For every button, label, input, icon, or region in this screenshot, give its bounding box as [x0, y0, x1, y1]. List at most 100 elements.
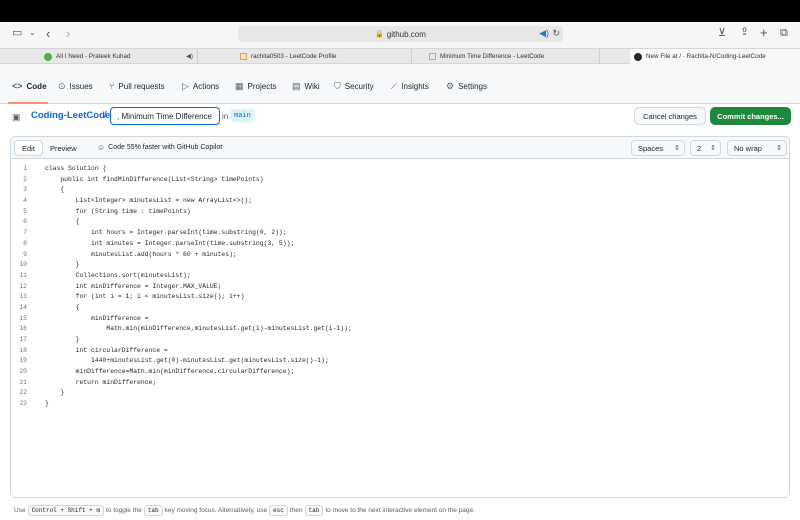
forward-icon[interactable]: ›: [66, 27, 70, 40]
code-line[interactable]: 3 {: [11, 185, 789, 196]
indent-mode-select[interactable]: Spaces ⇕: [631, 140, 685, 156]
preview-tab[interactable]: Preview: [43, 140, 84, 156]
code-line[interactable]: 23}: [11, 399, 789, 410]
edit-preview-toggle: Edit Preview: [14, 140, 84, 156]
code-text: for (String time : timePoints): [45, 207, 191, 215]
tab-issues[interactable]: ⊙ Issues: [58, 79, 93, 93]
browser-tab-label: New File at / · Rachita-N/Coding-LeetCod…: [646, 53, 766, 60]
tab-code[interactable]: <> Code: [12, 79, 47, 93]
back-icon[interactable]: ‹: [46, 27, 50, 40]
code-text: minDifference=Math.min(minDifference,cir…: [45, 368, 295, 376]
code-editor: Edit Preview ☺ Code 55% faster with GitH…: [10, 136, 790, 498]
shortcut-key: esc: [269, 504, 288, 516]
code-line[interactable]: 10 }: [11, 260, 789, 271]
code-line[interactable]: 11 Collections.sort(minutesList);: [11, 271, 789, 282]
tab-security[interactable]: ⛉ Security: [334, 79, 374, 93]
code-line[interactable]: 18 int circularDifference =: [11, 346, 789, 357]
shield-icon: ⛉: [334, 80, 341, 91]
repo-link[interactable]: Coding-LeetCode: [31, 110, 110, 121]
sidebar-icon[interactable]: ▭: [12, 28, 22, 39]
leetcode-icon: [429, 53, 436, 60]
code-line[interactable]: 15 minDifference =: [11, 314, 789, 325]
line-number: 21: [19, 378, 27, 386]
code-text: minDifference =: [45, 314, 149, 322]
code-text: {: [45, 218, 80, 226]
cancel-changes-button[interactable]: Cancel changes: [634, 107, 706, 125]
new-tab-icon[interactable]: +: [760, 26, 768, 39]
play-icon: ▷: [182, 80, 189, 91]
tab-label: Insights: [401, 81, 429, 91]
code-line[interactable]: 2 public int findMinDifference(List<Stri…: [11, 175, 789, 186]
line-number: 2: [23, 175, 27, 183]
tab-projects[interactable]: ▦ Projects: [235, 79, 276, 93]
code-line[interactable]: 20 minDifference=Math.min(minDifference,…: [11, 367, 789, 378]
filename-input[interactable]: , Minimum Time Difference: [110, 107, 220, 125]
code-line[interactable]: 17 }: [11, 335, 789, 346]
line-number: 6: [23, 218, 27, 226]
code-line[interactable]: 4 List<Integer> minutesList = new ArrayL…: [11, 196, 789, 207]
chevron-down-icon[interactable]: ⌄: [29, 29, 36, 37]
reload-icon[interactable]: ↻: [552, 28, 560, 39]
code-line[interactable]: 12 int minDifference = Integer.MAX_VALUE…: [11, 282, 789, 293]
code-line[interactable]: 5 for (String time : timePoints): [11, 207, 789, 218]
line-number: 14: [19, 303, 27, 311]
tab-overview-icon[interactable]: ⧉: [780, 28, 788, 39]
line-number: 9: [23, 250, 27, 258]
code-line[interactable]: 16 Math.min(minDifference,minutesList.ge…: [11, 324, 789, 335]
speaker-icon: ◀): [186, 53, 193, 60]
download-icon[interactable]: ⊻: [718, 28, 726, 39]
browser-tab-label: Minimum Time Difference - LeetCode: [440, 53, 545, 60]
code-line[interactable]: 7 int hours = Integer.parseInt(time.subs…: [11, 228, 789, 239]
browser-tab-music[interactable]: All I Need - Prateek Kuhad ◀): [40, 49, 198, 64]
browser-tab-github[interactable]: New File at / · Rachita-N/Coding-LeetCod…: [630, 49, 800, 64]
address-bar[interactable]: 🔒 github.com ◀) ↻: [238, 26, 563, 42]
tab-settings[interactable]: ⚙ Settings: [446, 79, 487, 93]
tab-pull-requests[interactable]: ⑂ Pull requests: [109, 79, 165, 93]
speaker-icon[interactable]: ◀): [539, 28, 549, 39]
issue-icon: ⊙: [58, 80, 66, 91]
code-text: class Solution {: [45, 165, 107, 172]
code-text: }: [45, 400, 49, 408]
browser-tab-label: rachita0503 - LeetCode Profile: [251, 53, 337, 60]
tab-insights[interactable]: ⟋ Insights: [391, 79, 429, 93]
browser-tab-leetcode-problem[interactable]: Minimum Time Difference - LeetCode: [425, 49, 600, 64]
tab-wiki[interactable]: ▤ Wiki: [292, 79, 320, 93]
edit-tab[interactable]: Edit: [14, 140, 43, 156]
commit-changes-button[interactable]: Commit changes...: [710, 107, 791, 125]
line-number: 19: [19, 357, 27, 365]
code-line[interactable]: 21 return minDifference;: [11, 378, 789, 389]
share-icon[interactable]: ⇪: [740, 27, 749, 38]
code-line[interactable]: 13 for (int i = 1; i < minutesList.size(…: [11, 292, 789, 303]
indent-size-select[interactable]: 2 ⇕: [690, 140, 721, 156]
code-line[interactable]: 8 int minutes = Integer.parseInt(time.su…: [11, 239, 789, 250]
indent-mode-value: Spaces: [638, 143, 664, 153]
line-number: 17: [19, 336, 27, 343]
browser-tab-leetcode-profile[interactable]: rachita0503 - LeetCode Profile: [236, 49, 412, 64]
branch-badge[interactable]: main: [230, 109, 255, 122]
code-icon: <>: [12, 81, 23, 91]
copilot-icon: ☺: [97, 143, 106, 152]
hint-text: Use: [14, 506, 26, 514]
tab-actions[interactable]: ▷ Actions: [182, 79, 219, 93]
code-line[interactable]: 14 {: [11, 303, 789, 314]
leetcode-icon: [240, 53, 247, 60]
code-line[interactable]: 6 {: [11, 217, 789, 228]
tab-label: Wiki: [304, 81, 320, 91]
code-line[interactable]: 19 1440+minutesList.get(0)-minutesList.g…: [11, 356, 789, 367]
line-number: 5: [23, 207, 27, 215]
code-line[interactable]: 1 class Solution {: [11, 164, 789, 175]
code-area[interactable]: 1 class Solution {2 public int findMinDif…: [11, 164, 789, 410]
code-line[interactable]: 22 }: [11, 388, 789, 399]
tab-label: Settings: [458, 81, 487, 91]
repo-icon: ▣: [12, 112, 21, 122]
code-text: }: [45, 336, 80, 343]
copilot-promo[interactable]: ☺ Code 55% faster with GitHub Copilot: [97, 143, 222, 152]
lock-icon: 🔒: [375, 31, 384, 38]
wrap-mode-select[interactable]: No wrap ⇕: [727, 140, 787, 156]
path-separator: /: [104, 110, 107, 121]
line-number: 20: [19, 368, 27, 376]
line-number: 4: [23, 197, 27, 205]
code-text: int minDifference = Integer.MAX_VALUE;: [45, 282, 222, 290]
code-line[interactable]: 9 minutesList.add(hours * 60 + minutes);: [11, 250, 789, 261]
line-number: 8: [23, 239, 27, 247]
